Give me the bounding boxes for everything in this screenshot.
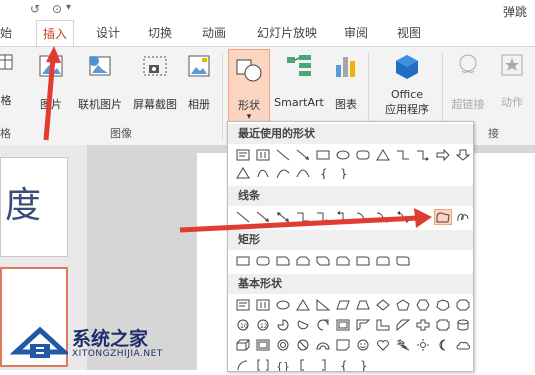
annotation-arrows [43,46,432,233]
arrow-to-freeform-shape [179,208,432,233]
watermark: 系统之家 XITONGZHIJIA.NET [10,322,170,366]
watermark-url: XITONGZHIJIA.NET [72,349,163,359]
arrow-to-insert-tab [43,46,61,141]
watermark-logo-icon [10,326,68,358]
watermark-title: 系统之家 [72,328,149,350]
